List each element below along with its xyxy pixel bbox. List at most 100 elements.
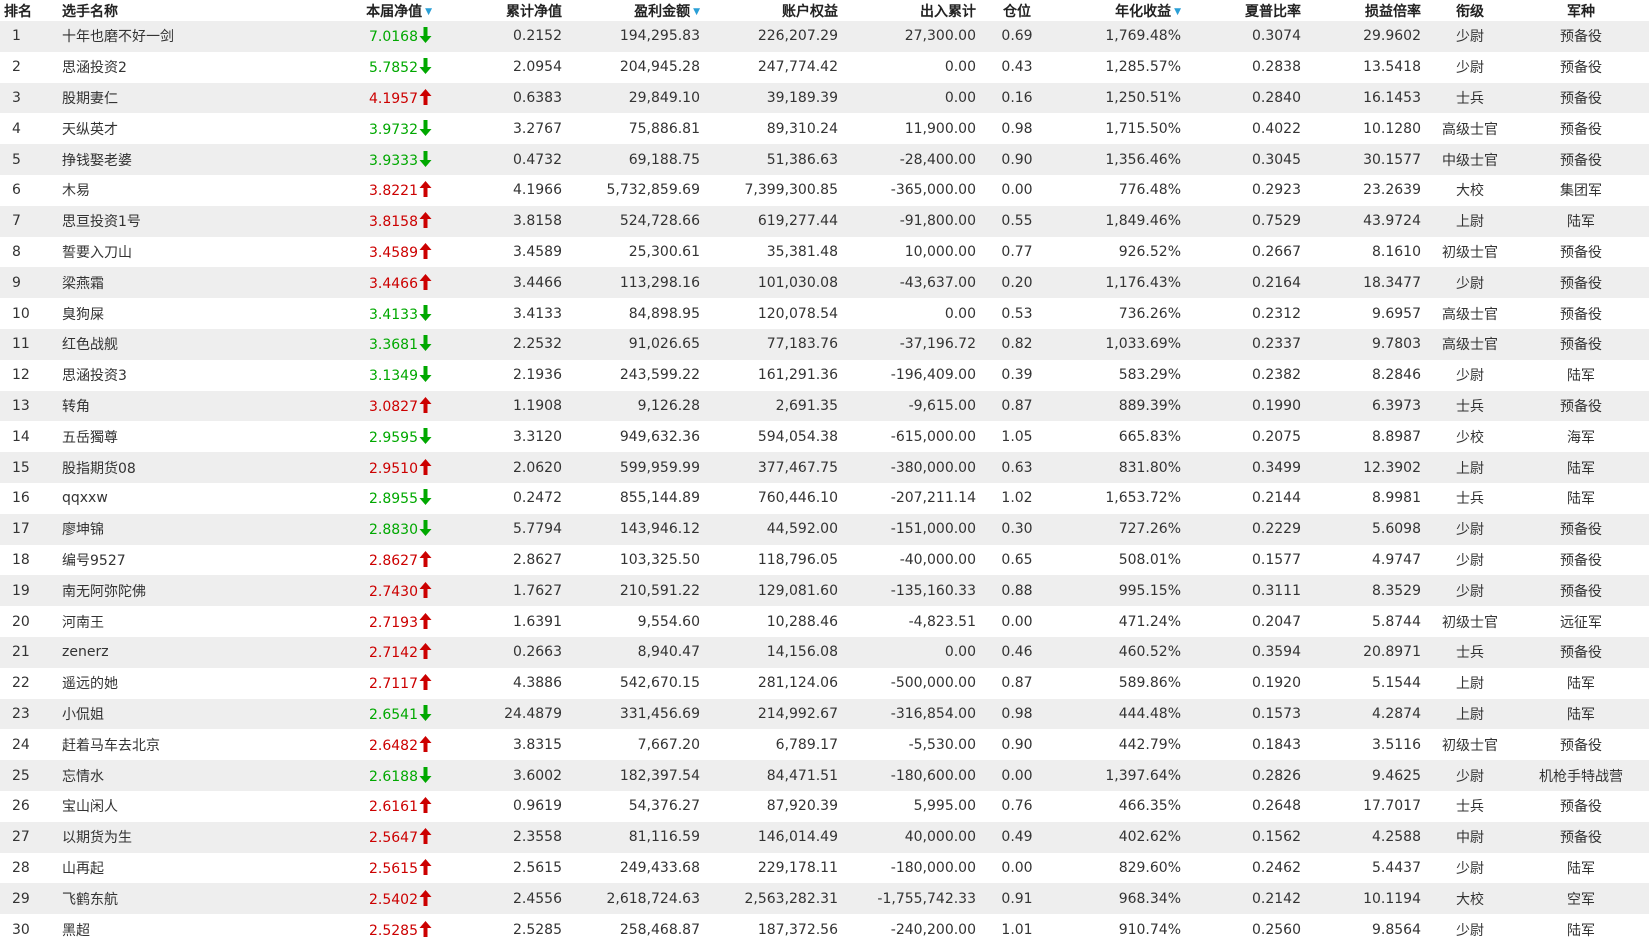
- col-header-profit[interactable]: 盈利金额 ▼: [568, 0, 706, 21]
- sort-desc-icon[interactable]: ▼: [425, 7, 432, 17]
- table-row[interactable]: 27 以期货为生 2.5647 2.3558 81,116.59 146,014.49 40…: [0, 821, 1649, 853]
- table-row[interactable]: 14 五岳獨尊 2.9595 3.3120 949,632.36 594,054.38 -6…: [0, 421, 1649, 453]
- cell-player-name[interactable]: 天纵英才: [52, 113, 308, 145]
- table-row[interactable]: 16 qqxxw 2.8955 0.2472 855,144.89 760,446.10-…: [0, 482, 1649, 514]
- cell-player-name[interactable]: 木易: [52, 174, 308, 206]
- cell-rank: 12: [0, 359, 52, 391]
- col-header-flow[interactable]: 出入累计: [844, 0, 982, 21]
- cell-player-name[interactable]: 五岳獨尊: [52, 421, 308, 453]
- cell-player-name[interactable]: qqxxw: [52, 482, 308, 514]
- col-header-annual[interactable]: 年化收益 ▼: [1052, 0, 1187, 21]
- table-row[interactable]: 13 转角 3.0827 1.1908 9,126.28 2,691.35 -9,615.0…: [0, 390, 1649, 422]
- cell-rank: 17: [0, 513, 52, 545]
- cell-flow: 11,900.00: [844, 113, 982, 145]
- cell-nav: 2.9595: [308, 421, 438, 453]
- cell-rank: 7: [0, 205, 52, 237]
- cell-player-name[interactable]: 遥远的她: [52, 667, 308, 699]
- table-row[interactable]: 25 忘情水 2.6188 3.6002 182,397.54 84,471.51 -180…: [0, 760, 1649, 791]
- cell-player-name[interactable]: 臭狗屎: [52, 298, 308, 329]
- col-header-name[interactable]: 选手名称: [52, 0, 308, 21]
- table-row[interactable]: 11 红色战舰 3.3681 2.2532 91,026.65 77,183.76 -37,…: [0, 328, 1649, 360]
- table-row[interactable]: 6 木易 3.8221 4.1966 5,732,859.69 7,399,300.85-…: [0, 174, 1649, 206]
- table-row[interactable]: 12 思涵投资3 3.1349 2.1936 243,599.22 161,291.36-…: [0, 359, 1649, 391]
- cell-player-name[interactable]: 廖坤锦: [52, 513, 308, 545]
- cell-player-name[interactable]: 忘情水: [52, 760, 308, 791]
- cell-pl-ratio: 4.2874: [1307, 698, 1427, 730]
- table-row[interactable]: 29 飞鹤东航 2.5402 2.4556 2,618,724.63 2,563,282.…: [0, 883, 1649, 915]
- table-row[interactable]: 18 编号9527 2.8627 2.8627 103,325.50 118,796.05…: [0, 544, 1649, 576]
- cell-profit: 25,300.61: [568, 236, 706, 268]
- col-header-pl-ratio[interactable]: 损益倍率: [1307, 0, 1427, 21]
- cell-army: 预备役: [1513, 390, 1649, 422]
- cell-player-name[interactable]: 挣钱娶老婆: [52, 144, 308, 175]
- table-row[interactable]: 23 小侃姐 2.6541 24.4879 331,456.69 214,992.67 -3…: [0, 698, 1649, 730]
- table-row[interactable]: 2 思涵投资2 5.7852 2.0954 204,945.28 247,774.42 0.…: [0, 51, 1649, 83]
- cell-rank: 8: [0, 236, 52, 268]
- cell-nav: 3.3681: [308, 328, 438, 360]
- sort-desc-icon[interactable]: ▼: [1174, 7, 1181, 17]
- col-header-army[interactable]: 军种: [1513, 0, 1649, 21]
- cell-player-name[interactable]: 思涵投资2: [52, 51, 308, 83]
- cell-player-name[interactable]: 山再起: [52, 852, 308, 884]
- table-row[interactable]: 28 山再起 2.5615 2.5615 249,433.68 229,178.11 -18…: [0, 852, 1649, 884]
- nav-value: 2.8830: [369, 522, 418, 539]
- col-header-nav[interactable]: 本届净值 ▼: [308, 0, 438, 21]
- table-row[interactable]: 4 天纵英才 3.9732 3.2767 75,886.81 89,310.24 11,90…: [0, 113, 1649, 145]
- col-header-rank[interactable]: 排名: [0, 0, 52, 21]
- cell-profit: 113,298.16: [568, 267, 706, 299]
- cell-player-name[interactable]: zenerz: [52, 636, 308, 668]
- cell-player-name[interactable]: 誓要入刀山: [52, 236, 308, 268]
- cell-player-name[interactable]: 转角: [52, 390, 308, 422]
- nav-value: 2.8955: [369, 491, 418, 508]
- cell-player-name[interactable]: 以期货为生: [52, 821, 308, 853]
- table-row[interactable]: 3 股期妻仁 4.1957 0.6383 29,849.10 39,189.39 0.00 0…: [0, 82, 1649, 114]
- cell-player-name[interactable]: 思涵投资3: [52, 359, 308, 391]
- cell-annual: 995.15%: [1052, 575, 1187, 607]
- table-row[interactable]: 21 zenerz 2.7142 0.2663 8,940.47 14,156.08 0.0…: [0, 636, 1649, 668]
- sort-desc-icon[interactable]: ▼: [693, 7, 700, 17]
- cell-player-name[interactable]: 编号9527: [52, 544, 308, 576]
- cell-player-name[interactable]: 飞鹤东航: [52, 883, 308, 915]
- cell-player-name[interactable]: 南无阿弥陀佛: [52, 575, 308, 607]
- cell-sharpe: 0.3594: [1187, 636, 1307, 668]
- col-header-rank-title[interactable]: 衔级: [1427, 0, 1513, 21]
- table-row[interactable]: 9 梁燕霜 3.4466 3.4466 113,298.16 101,030.08 -43,…: [0, 267, 1649, 299]
- cell-player-name[interactable]: 十年也磨不好一剑: [52, 21, 308, 52]
- table-row[interactable]: 19 南无阿弥陀佛 2.7430 1.7627 210,591.22 129,081.60…: [0, 575, 1649, 607]
- cell-flow: -5,530.00: [844, 729, 982, 761]
- cell-player-name[interactable]: 股指期货08: [52, 452, 308, 483]
- table-row[interactable]: 22 遥远的她 2.7117 4.3886 542,670.15 281,124.06 -5…: [0, 667, 1649, 699]
- cell-player-name[interactable]: 红色战舰: [52, 328, 308, 360]
- table-row[interactable]: 7 思亘投资1号 3.8158 3.8158 524,728.66 619,277.44-…: [0, 205, 1649, 237]
- cell-player-name[interactable]: 宝山闲人: [52, 790, 308, 822]
- table-row[interactable]: 24 赶着马车去北京 2.6482 3.8315 7,667.20 6,789.17 -5,…: [0, 729, 1649, 761]
- table-row[interactable]: 15 股指期货08 2.9510 2.0620 599,959.99 377,467.75…: [0, 452, 1649, 483]
- cell-player-name[interactable]: 黑超: [52, 914, 308, 945]
- cell-player-name[interactable]: 赶着马车去北京: [52, 729, 308, 761]
- table-row[interactable]: 17 廖坤锦 2.8830 5.7794 143,946.12 44,592.00 -151…: [0, 513, 1649, 545]
- cell-nav: 2.8955: [308, 482, 438, 514]
- cell-player-name[interactable]: 股期妻仁: [52, 82, 308, 114]
- col-header-sharpe[interactable]: 夏普比率: [1187, 0, 1307, 21]
- table-row[interactable]: 30 黑超 2.5285 2.5285 258,468.87 187,372.56 -240…: [0, 914, 1649, 945]
- cell-army: 远征军: [1513, 606, 1649, 637]
- cell-position: 0.69: [982, 21, 1052, 52]
- table-header: 排名 选手名称 本届净值 ▼ 累计净值 盈利金额 ▼ 账户权益 出入累计 仓位 年化…: [0, 0, 1649, 21]
- col-header-position[interactable]: 仓位: [982, 0, 1052, 21]
- table-row[interactable]: 26 宝山闲人 2.6161 0.9619 54,376.27 87,920.39 5,99…: [0, 790, 1649, 822]
- cell-player-name[interactable]: 思亘投资1号: [52, 205, 308, 237]
- cell-player-name[interactable]: 河南王: [52, 606, 308, 637]
- cell-rank-title: 少尉: [1427, 852, 1513, 884]
- table-row[interactable]: 1 十年也磨不好一剑 7.0168 0.2152 194,295.83 226,207.2…: [0, 21, 1649, 52]
- table-row[interactable]: 5 挣钱娶老婆 3.9333 0.4732 69,188.75 51,386.63 -28,…: [0, 144, 1649, 175]
- col-header-equity[interactable]: 账户权益: [706, 0, 844, 21]
- col-header-cum-nav[interactable]: 累计净值: [438, 0, 568, 21]
- cell-player-name[interactable]: 小侃姐: [52, 698, 308, 730]
- cell-army: 陆军: [1513, 698, 1649, 730]
- cell-player-name[interactable]: 梁燕霜: [52, 267, 308, 299]
- cell-position: 0.53: [982, 298, 1052, 329]
- table-row[interactable]: 10 臭狗屎 3.4133 3.4133 84,898.95 120,078.54 0.00…: [0, 298, 1649, 329]
- table-row[interactable]: 20 河南王 2.7193 1.6391 9,554.60 10,288.46 -4,823…: [0, 606, 1649, 637]
- cell-annual: 1,653.72%: [1052, 482, 1187, 514]
- table-row[interactable]: 8 誓要入刀山 3.4589 3.4589 25,300.61 35,381.48 10,0…: [0, 236, 1649, 268]
